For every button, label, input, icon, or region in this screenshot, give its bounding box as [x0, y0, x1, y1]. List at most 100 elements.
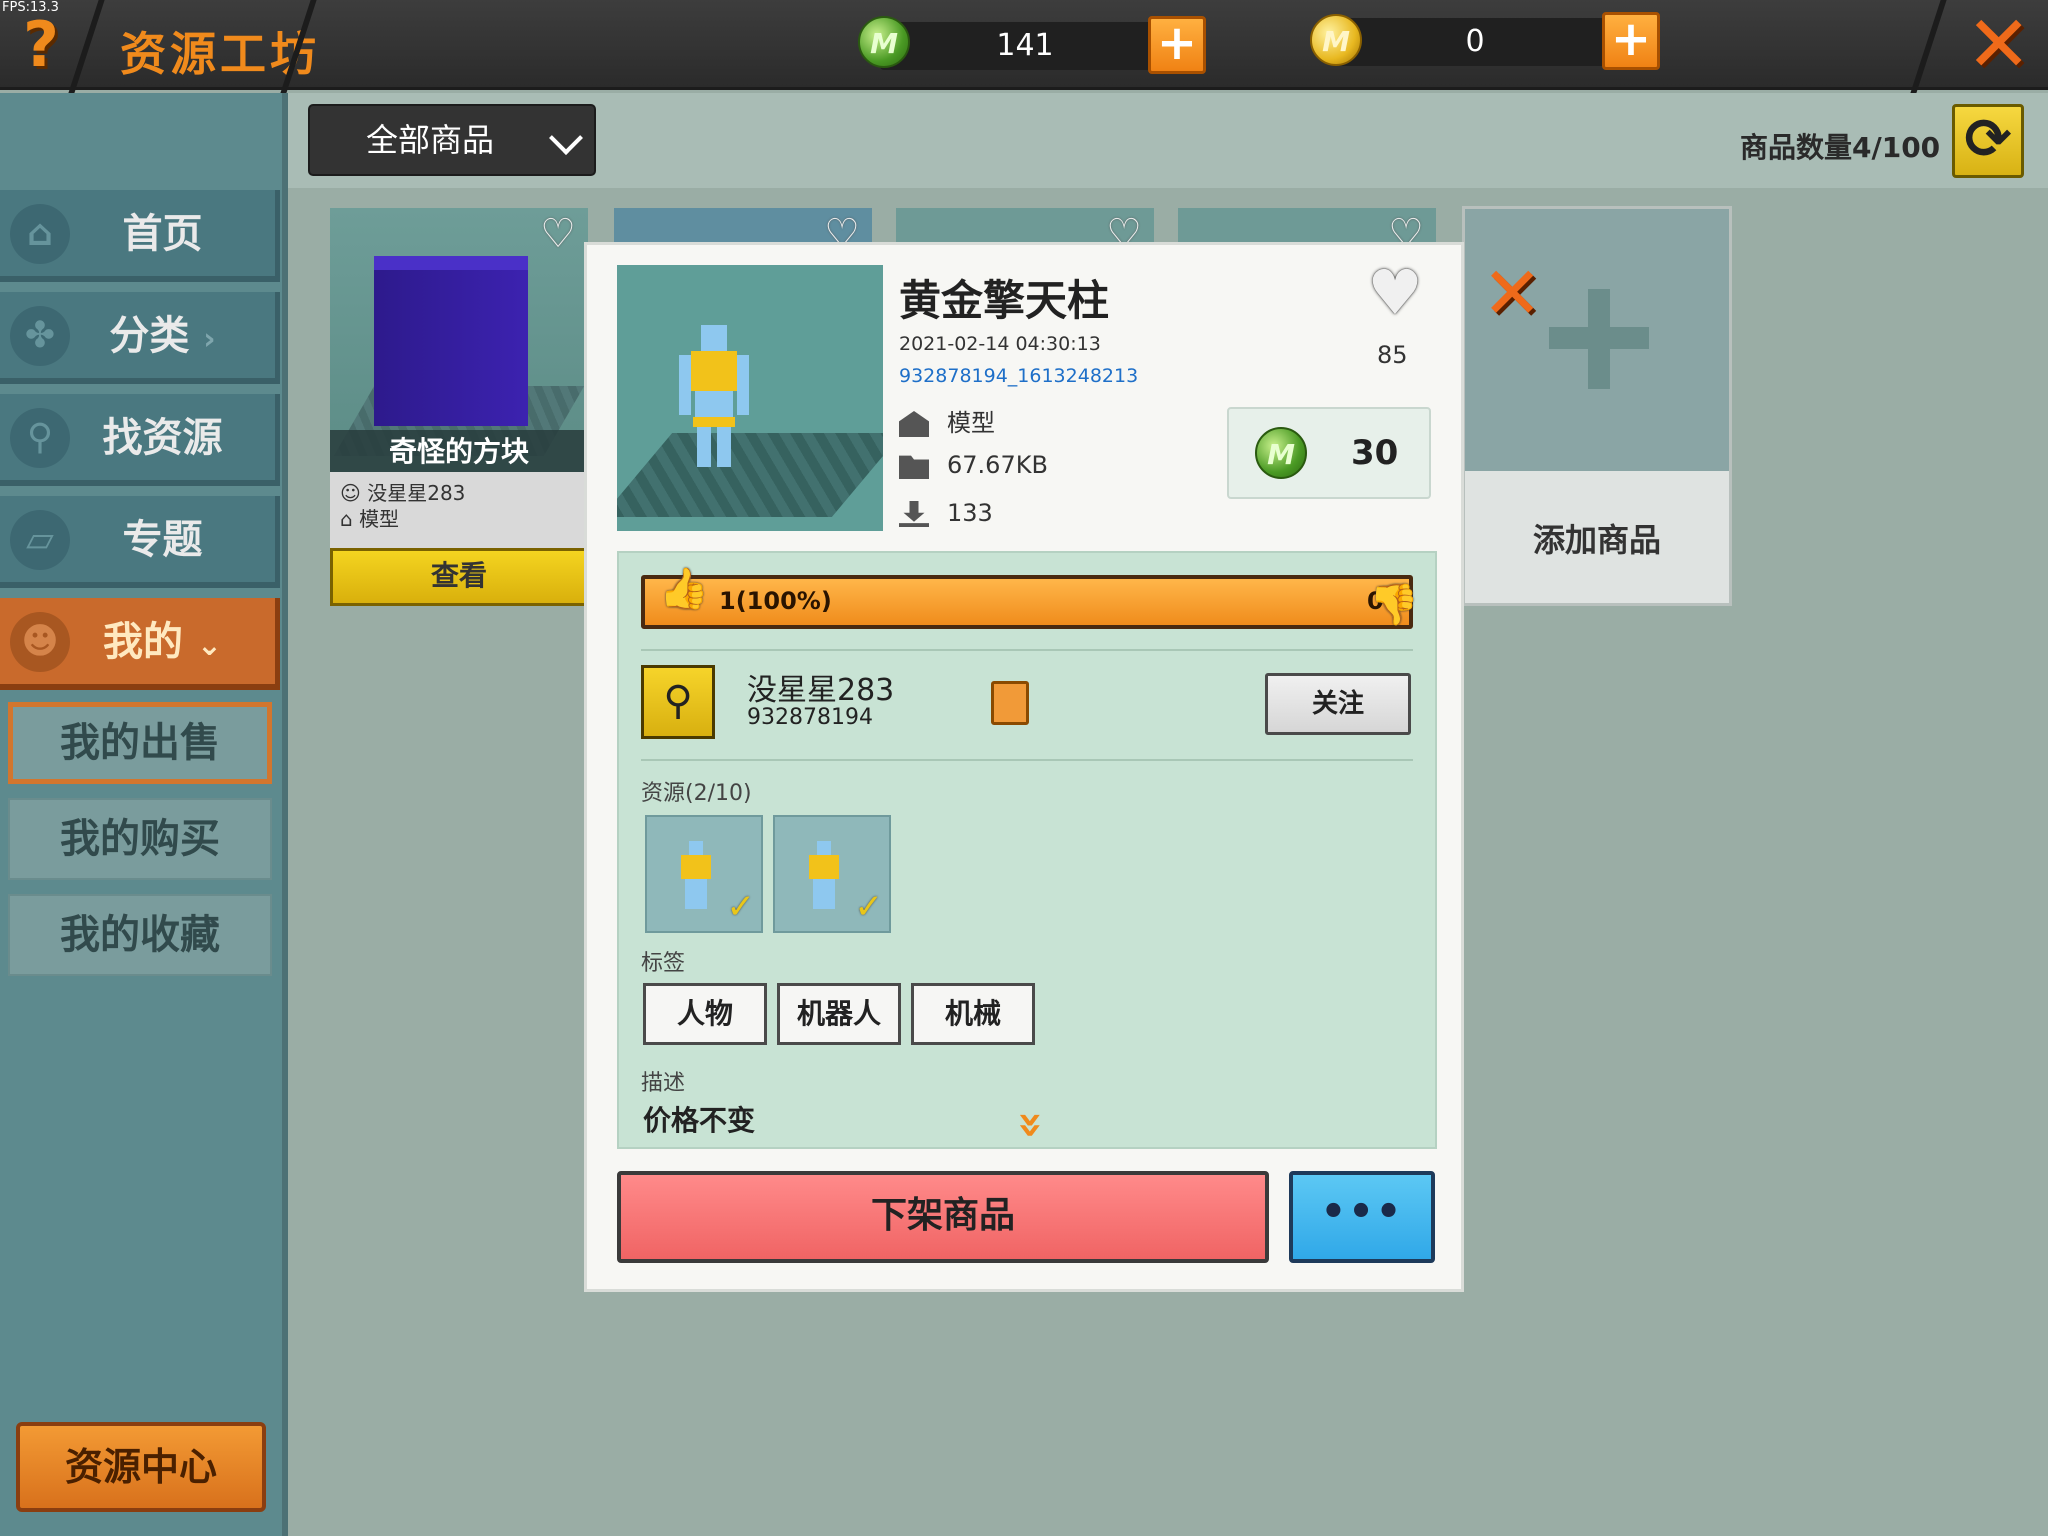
- home-icon: ⌂: [10, 204, 70, 264]
- sidebar-item-label: 分类: [109, 313, 190, 359]
- mini-coin-balance: 141: [880, 22, 1170, 70]
- download-icon: [899, 501, 929, 527]
- size-row: 67.67KB: [899, 451, 1048, 479]
- robot-leg: [697, 427, 711, 467]
- sidebar-item-label: 找资源: [102, 415, 223, 461]
- close-divider: [1910, 0, 1948, 93]
- follow-button[interactable]: 关注: [1265, 673, 1411, 735]
- chevron-right-icon: ›: [203, 322, 216, 357]
- add-product-label: 添加商品: [1532, 521, 1661, 559]
- add-gold-coin-button[interactable]: +: [1602, 12, 1660, 70]
- rating-bar: 👍 1(100%) 0 👎: [641, 566, 1419, 629]
- robot-arm: [679, 355, 691, 415]
- thumbs-down-icon[interactable]: 👎: [1369, 581, 1419, 628]
- mini-coin-icon: M: [1255, 427, 1307, 479]
- resource-thumbnail[interactable]: ✓: [645, 815, 763, 933]
- download-count: 133: [947, 499, 993, 527]
- downloads-row: 133: [899, 499, 993, 527]
- gold-coin-amount: 0: [1465, 24, 1485, 59]
- file-size: 67.67KB: [947, 451, 1048, 479]
- resources-label: 资源(2/10): [641, 781, 752, 806]
- house-icon: ⌂: [340, 507, 360, 531]
- item-count-label: 商品数量4/100: [1740, 131, 1941, 164]
- rating-up-label: 1(100%): [719, 587, 832, 615]
- sidebar-item-label: 首页: [122, 211, 203, 257]
- product-type: 模型: [947, 409, 995, 437]
- resource-center-button[interactable]: 资源中心: [16, 1422, 266, 1512]
- chevron-down-icon: [549, 121, 583, 155]
- product-preview: [617, 265, 883, 531]
- author-search-button[interactable]: ⚲: [641, 665, 715, 739]
- close-button[interactable]: ✕: [1966, 6, 2031, 84]
- sidebar-item-home[interactable]: ⌂ 首页: [0, 190, 280, 282]
- description-text: 价格不变: [643, 1104, 756, 1137]
- robot-leg: [717, 427, 731, 467]
- copy-icon[interactable]: [991, 681, 1029, 725]
- robot-legs: [685, 879, 707, 909]
- magnifier-icon: ⚲: [10, 408, 70, 468]
- type-row: 模型: [899, 403, 995, 438]
- sidebar-item-label: 我的: [102, 619, 183, 665]
- sidebar-item-mine[interactable]: ☻ 我的 ⌄: [0, 598, 280, 690]
- sidebar-subitem-my-favorites[interactable]: 我的收藏: [8, 894, 272, 976]
- tag[interactable]: 人物: [643, 983, 767, 1045]
- house-icon: [899, 411, 929, 437]
- mini-coin-icon: M: [858, 16, 910, 68]
- sidebar-item-label: 专题: [122, 517, 203, 563]
- unlist-product-button[interactable]: 下架商品: [617, 1171, 1269, 1263]
- sidebar-subitem-my-sales[interactable]: 我的出售: [8, 702, 272, 784]
- robot-head: [817, 841, 831, 855]
- thumbs-up-icon[interactable]: 👍: [659, 565, 709, 612]
- title-divider: [68, 0, 106, 93]
- product-info: ☺ 没星星283 ⌂ 模型: [330, 472, 588, 548]
- product-name: 奇怪的方块: [330, 430, 588, 474]
- robot-belt: [693, 417, 735, 427]
- tag[interactable]: 机械: [911, 983, 1035, 1045]
- divider: [641, 759, 1413, 761]
- product-author: 没星星283: [367, 481, 466, 505]
- sidebar-item-category[interactable]: ✤ 分类 ›: [0, 292, 280, 384]
- purple-cube-model: [374, 256, 528, 426]
- favorite-count: 85: [1377, 341, 1408, 369]
- grid-floor: [617, 433, 883, 517]
- favorite-heart-icon[interactable]: ♥: [1362, 262, 1428, 324]
- remove-product-button[interactable]: ✕: [1482, 257, 1546, 329]
- add-mini-coin-button[interactable]: +: [1148, 16, 1206, 74]
- category-icon: ✤: [10, 306, 70, 366]
- description-label: 描述: [641, 1071, 686, 1096]
- more-options-button[interactable]: •••: [1289, 1171, 1435, 1263]
- upload-datetime: 2021-02-14 04:30:13: [899, 333, 1101, 355]
- author-name: 没星星283: [747, 673, 895, 708]
- favorite-heart-icon[interactable]: ♡: [536, 214, 580, 254]
- robot-chest: [691, 351, 737, 391]
- filter-selected-value: 全部商品: [366, 121, 495, 159]
- check-icon: ✓: [726, 887, 756, 927]
- refresh-button[interactable]: ⟳: [1952, 104, 2024, 178]
- sidebar-item-topic[interactable]: ▱ 专题: [0, 496, 280, 588]
- filter-dropdown[interactable]: 全部商品: [308, 104, 596, 176]
- divider: [641, 649, 1413, 651]
- tag[interactable]: 机器人: [777, 983, 901, 1045]
- folder-icon: [899, 455, 929, 479]
- help-button[interactable]: ?: [10, 12, 72, 78]
- author-icon: ☺: [340, 481, 368, 505]
- gold-coin-icon: M: [1310, 14, 1362, 66]
- topic-icon: ▱: [10, 510, 70, 570]
- product-type: 模型: [359, 507, 400, 531]
- robot-head: [689, 841, 703, 855]
- product-title: 黄金擎天柱: [899, 276, 1110, 325]
- profile-icon: ☻: [10, 612, 70, 672]
- product-card[interactable]: ♡ 奇怪的方块 ☺ 没星星283 ⌂ 模型 查看: [330, 208, 588, 606]
- tags-label: 标签: [641, 951, 686, 976]
- detail-body: 👍 1(100%) 0 👎 ⚲ 没星星283 932878194 关注 资源(2…: [617, 551, 1437, 1149]
- sidebar-item-find-resource[interactable]: ⚲ 找资源: [0, 394, 280, 486]
- sidebar-subitem-my-purchases[interactable]: 我的购买: [8, 798, 272, 880]
- price-box: M 30: [1227, 407, 1431, 499]
- expand-description-icon[interactable]: »: [1003, 1097, 1057, 1147]
- resource-thumbnail[interactable]: ✓: [773, 815, 891, 933]
- view-button[interactable]: 查看: [330, 548, 588, 606]
- resource-id: 932878194_1613248213: [899, 365, 1139, 387]
- gold-coin-balance: 0: [1330, 18, 1620, 66]
- robot-arm: [737, 355, 749, 415]
- top-bar: FPS:13.3 ? 资源工坊 141 M + 0 M + ✕: [0, 0, 2048, 93]
